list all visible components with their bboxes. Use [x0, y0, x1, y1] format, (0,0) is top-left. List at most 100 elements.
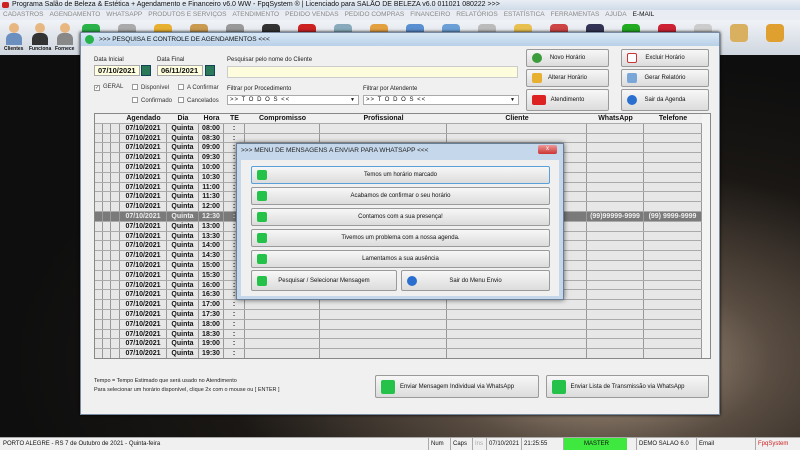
a-confirmar-checkbox[interactable]: A Confirmar — [178, 84, 219, 91]
menu-item[interactable]: AJUDA — [605, 11, 626, 18]
table-row[interactable]: 07/10/2021 Quinta 17:00: — [95, 300, 702, 310]
grid-cell: Quinta — [167, 280, 199, 290]
menu-item[interactable]: AGENDAMENTO — [49, 11, 100, 18]
toolbar-icon[interactable] — [730, 24, 748, 42]
filtro-procedimento-label: Filtrar por Procedimento — [227, 86, 292, 92]
menu-item[interactable]: PEDIDO VENDAS — [285, 11, 338, 18]
row-indicator — [95, 133, 103, 143]
grid-cell: 09:00 — [199, 143, 224, 153]
row-indicator — [103, 241, 111, 251]
data-inicial-input[interactable]: 07/10/2021 — [94, 65, 140, 76]
message-option-label: Lamentamos a sua ausência — [362, 256, 439, 262]
menu-item[interactable]: WHATSAPP — [106, 11, 142, 18]
gerar-relatorio-button[interactable]: Gerar Relatório — [621, 69, 709, 87]
grid-cell: Quinta — [167, 231, 199, 241]
whatsapp-icon — [552, 379, 566, 394]
funcionarios-icon[interactable] — [29, 23, 51, 45]
row-indicator — [111, 212, 120, 221]
fornecedores-icon[interactable] — [54, 23, 76, 45]
message-option-button[interactable]: Contamos com a sua presença! — [251, 208, 550, 226]
menu-item[interactable]: CADASTROS — [3, 11, 43, 18]
alterar-horario-button[interactable]: Alterar Horário — [526, 69, 609, 87]
calendar-icon[interactable] — [141, 65, 151, 76]
table-row[interactable]: 07/10/2021 Quinta 17:30: — [95, 310, 702, 320]
table-row[interactable]: 07/10/2021 Quinta 18:30: — [95, 329, 702, 340]
table-row[interactable]: 07/10/2021 Quinta 18:00: — [95, 319, 702, 330]
row-indicator — [111, 221, 120, 231]
grid-cell: 07/10/2021 — [120, 241, 167, 251]
menu-item[interactable]: E-MAIL — [633, 11, 655, 18]
pesquisar-mensagem-button[interactable]: Pesquisar / Selecionar Mensagem — [251, 270, 397, 291]
menu-item[interactable]: ATENDIMENTO — [232, 11, 279, 18]
grid-cell: Quinta — [167, 123, 199, 133]
enviar-individual-button[interactable]: Enviar Mensagem Individual via WhatsApp — [375, 375, 539, 398]
row-indicator — [95, 123, 103, 133]
toolbar-icon[interactable] — [766, 24, 784, 42]
search-client-input[interactable] — [227, 66, 518, 78]
cancelados-checkbox[interactable]: Cancelados — [178, 97, 219, 104]
menu-item[interactable]: ESTATÍSTICA — [504, 11, 545, 18]
table-row[interactable]: 07/10/2021 Quinta 19:30: — [95, 349, 702, 358]
disponivel-label: Disponível — [141, 85, 170, 91]
grid-cell — [587, 300, 644, 309]
row-indicator — [103, 300, 111, 309]
whatsapp-icon — [257, 275, 267, 286]
disponivel-checkbox[interactable]: Disponível — [132, 84, 169, 91]
grid-cell: (99)99999-9999 — [587, 212, 644, 221]
grid-cell — [644, 202, 702, 211]
filtro-atendente-select[interactable]: >> T O D O S << ▼ — [363, 95, 519, 105]
row-indicator — [111, 251, 120, 260]
grid-cell — [587, 182, 644, 192]
status-ins: Ins — [472, 438, 483, 450]
row-indicator — [95, 270, 103, 280]
row-indicator — [111, 319, 120, 329]
funcionarios-label: Funciona — [29, 46, 52, 52]
column-header: Dia — [167, 114, 199, 123]
grid-cell: Quinta — [167, 133, 199, 143]
grid-cell: 07/10/2021 — [120, 329, 167, 339]
menu-item[interactable]: FINANCEIRO — [410, 11, 450, 18]
table-row[interactable]: 07/10/2021 Quinta 08:30: — [95, 133, 702, 144]
atendimento-button[interactable]: Atendimento — [526, 89, 609, 111]
enviar-lista-label: Enviar Lista de Transmissão via WhatsApp — [570, 384, 685, 390]
message-option-button[interactable]: Acabamos de confirmar o seu horário — [251, 187, 550, 205]
geral-checkbox[interactable]: ✓ GERAL — [94, 84, 123, 91]
status-email[interactable]: Email — [696, 438, 714, 450]
menu-item[interactable]: RELATÓRIOS — [456, 11, 497, 18]
excluir-horario-button[interactable]: Excluir Horário — [621, 49, 709, 67]
filtro-procedimento-select[interactable]: >> T O D O S << ▼ — [227, 95, 359, 105]
table-row[interactable]: 07/10/2021 Quinta 08:00: — [95, 123, 702, 134]
row-indicator — [111, 280, 120, 290]
grid-cell: 07/10/2021 — [120, 172, 167, 182]
novo-horario-button[interactable]: Novo Horário — [526, 49, 609, 67]
sair-agenda-button[interactable]: Sair da Agenda — [621, 89, 709, 111]
whatsapp-icon — [85, 35, 94, 44]
grid-cell — [245, 339, 320, 349]
confirmado-checkbox[interactable]: Confirmado — [132, 97, 172, 104]
clientes-icon[interactable] — [3, 23, 25, 45]
grid-cell — [587, 172, 644, 182]
menu-item[interactable]: FERRAMENTAS — [551, 11, 600, 18]
grid-cell: 11:30 — [199, 192, 224, 202]
grid-cell — [447, 349, 587, 358]
sair-menu-envio-button[interactable]: Sair do Menu Envio — [401, 270, 550, 291]
grid-cell — [587, 251, 644, 260]
grid-cell: 07/10/2021 — [120, 221, 167, 231]
grid-cell: : — [224, 300, 245, 309]
menu-item[interactable]: PEDIDO COMPRAS — [345, 11, 405, 18]
column-header: Profissional — [320, 114, 447, 123]
close-button[interactable]: x — [538, 145, 557, 154]
message-option-button[interactable]: Temos um horário marcado — [251, 166, 550, 184]
grid-cell: 17:30 — [199, 310, 224, 319]
table-row[interactable]: 07/10/2021 Quinta 19:00: — [95, 339, 702, 350]
message-option-button[interactable]: Tivemos um problema com a nossa agenda. — [251, 229, 550, 247]
row-indicator — [95, 319, 103, 329]
calendar-icon[interactable] — [205, 65, 215, 76]
agendamentos-title-bar: >>> PESQUISA E CONTROLE DE AGENDAMENTOS … — [81, 33, 719, 46]
data-final-input[interactable]: 06/11/2021 — [157, 65, 203, 76]
enviar-lista-button[interactable]: Enviar Lista de Transmissão via WhatsApp — [546, 375, 709, 398]
message-option-button[interactable]: Lamentamos a sua ausência — [251, 250, 550, 268]
menu-item[interactable]: PRODUTOS E SERVIÇOS — [148, 11, 226, 18]
grid-cell — [644, 261, 702, 270]
grid-cell — [587, 310, 644, 319]
